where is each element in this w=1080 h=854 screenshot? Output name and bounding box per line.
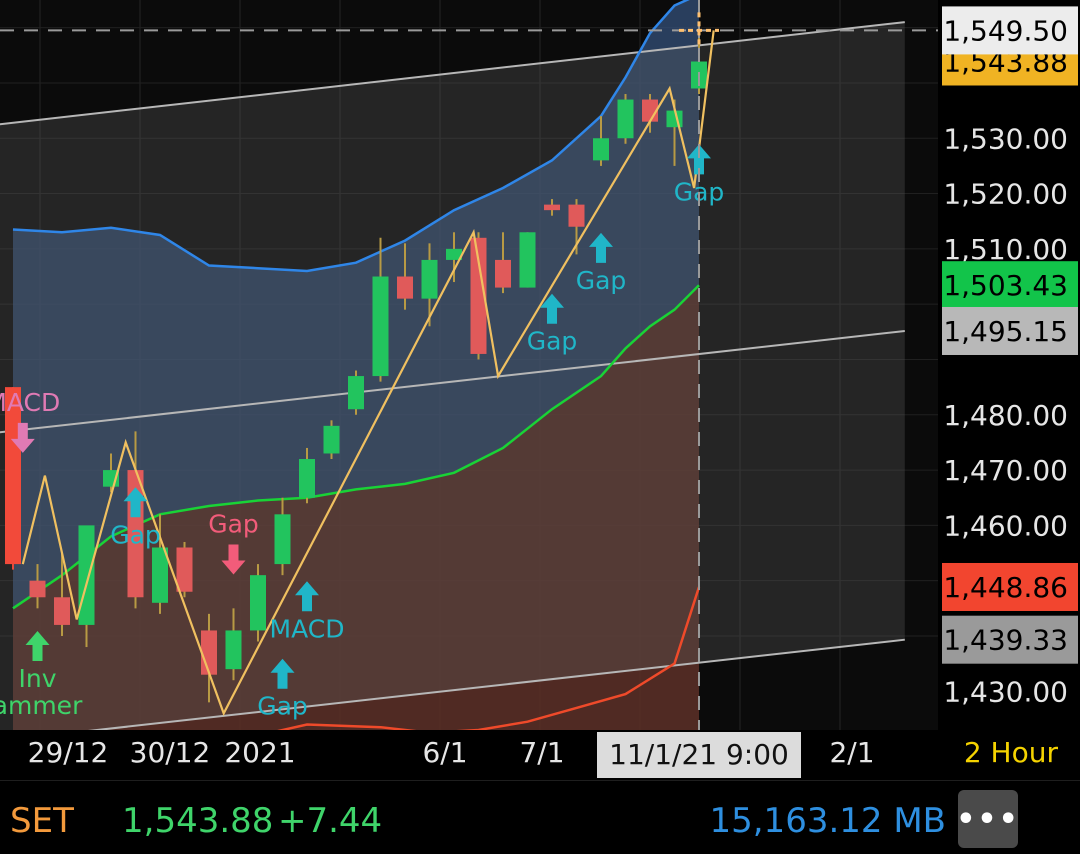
price-tick-label: 1,510.00 [943, 233, 1068, 266]
price-badge: 1,503.43 [942, 261, 1078, 310]
crosshair-price-label: 1,549.50 [943, 14, 1068, 47]
price-tick-label: 1,480.00 [943, 399, 1068, 432]
candle-body [397, 276, 413, 299]
candle-body [176, 547, 193, 592]
candle-body [29, 580, 46, 598]
candle-body [250, 575, 266, 631]
candle-body [593, 138, 609, 161]
time-tick-label: 6/1 [422, 736, 467, 769]
candle-body [348, 376, 364, 410]
candle-body [225, 630, 242, 670]
price-tick-label: 1,520.00 [943, 178, 1068, 211]
last-price: 1,543.88 [122, 801, 274, 841]
more-options-button[interactable]: ••• [956, 790, 1018, 848]
signal-label: Gap [208, 510, 259, 539]
time-tick-label: 2021 [224, 736, 295, 769]
price-badge-label: 1,448.86 [943, 571, 1068, 604]
signal-label: Gap [257, 692, 308, 721]
regression-channel [0, 21, 905, 742]
signal-label: ammer [0, 691, 83, 720]
price-tick-label: 1,470.00 [943, 454, 1068, 487]
price-badge: 1,439.33 [942, 615, 1078, 664]
candle-body [495, 259, 511, 288]
quote-bar: SET 1,543.88 +7.44 15,163.12 MB [0, 780, 1080, 854]
signal-label: Gap [576, 266, 627, 295]
candle [617, 94, 634, 144]
crosshair-time-badge: 11/1/21 9:00 [597, 732, 801, 778]
signal-label: Gap [527, 327, 578, 356]
candle-body [617, 99, 634, 139]
candle [348, 370, 364, 415]
price-change: +7.44 [278, 801, 383, 841]
price-tick-label: 1,530.00 [943, 122, 1068, 155]
signal-label: MACD [0, 388, 60, 417]
price-chart[interactable]: MACDInvammerGapGapGapMACDGapGapGap 1,530… [0, 0, 1080, 853]
candle [323, 420, 340, 460]
time-tick-label: 7/1 [519, 736, 564, 769]
price-tick-label: 1,430.00 [943, 675, 1068, 708]
candle-body [519, 232, 536, 288]
candle-body [421, 259, 438, 299]
volume-value: 15,163.12 MB [709, 801, 946, 841]
signal-label: MACD [270, 614, 345, 643]
price-badge-label: 1,495.15 [943, 315, 1068, 348]
symbol-label[interactable]: SET [10, 801, 74, 841]
candle-body [274, 514, 291, 565]
candle [519, 232, 536, 288]
candle-body [544, 204, 560, 211]
price-badge: 1,448.86 [942, 562, 1078, 611]
time-tick-label: 29/12 [28, 736, 109, 769]
candle-body [78, 525, 95, 625]
candle-body [54, 597, 70, 625]
candle-body [372, 276, 389, 377]
candle-body [666, 110, 683, 128]
candle-body [201, 630, 217, 675]
candle-body [323, 425, 340, 454]
candle-body [299, 459, 315, 498]
time-tick-label: 2/1 [829, 736, 874, 769]
candle [250, 564, 266, 642]
signal-label: Gap [110, 520, 161, 549]
price-badge: 1,495.15 [942, 306, 1078, 355]
crosshair-price-badge: 1,549.50 [942, 6, 1078, 55]
time-axis[interactable]: 29/12 30/12 2021 6/1 7/1 2/1 11/1/21 9:00 2 Hou… [0, 730, 1080, 780]
price-badge-label: 1,503.43 [943, 269, 1068, 302]
price-tick-label: 1,460.00 [943, 509, 1068, 542]
signal-label: Inv [18, 664, 56, 693]
timeframe-label: 2 Hour [964, 736, 1059, 769]
candle-body [568, 204, 585, 227]
time-tick-label: 30/12 [130, 736, 211, 769]
crosshair-time-label: 11/1/21 9:00 [609, 738, 789, 771]
price-badge-label: 1,439.33 [943, 624, 1068, 657]
